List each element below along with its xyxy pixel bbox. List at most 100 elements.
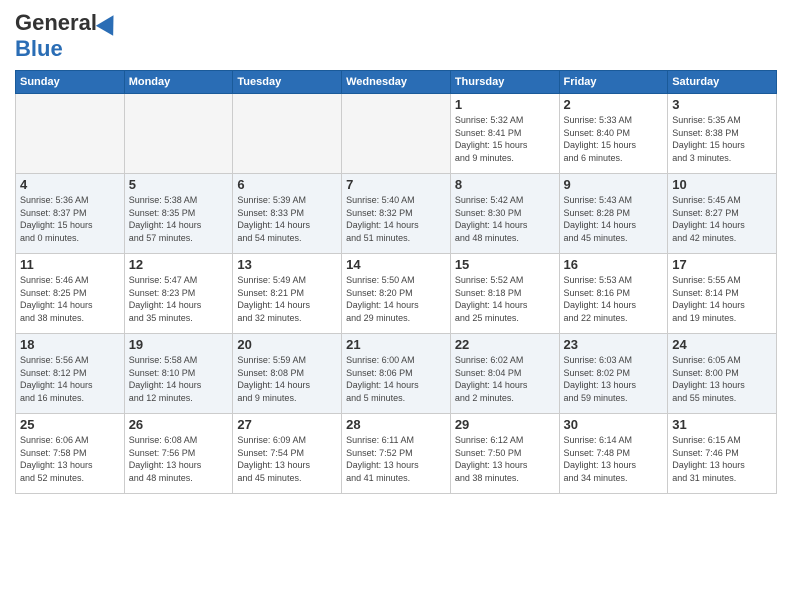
table-row: 11 Sunrise: 5:46 AM Sunset: 8:25 PM Dayli… (16, 254, 125, 334)
day-info: Sunrise: 5:53 AM Sunset: 8:16 PM Dayligh… (564, 274, 664, 324)
table-row: 28 Sunrise: 6:11 AM Sunset: 7:52 PM Dayli… (342, 414, 451, 494)
day-info: Sunrise: 5:52 AM Sunset: 8:18 PM Dayligh… (455, 274, 555, 324)
day-info: Sunrise: 5:59 AM Sunset: 8:08 PM Dayligh… (237, 354, 337, 404)
table-row (16, 94, 125, 174)
day-info: Sunrise: 5:36 AM Sunset: 8:37 PM Dayligh… (20, 194, 120, 244)
table-row: 4 Sunrise: 5:36 AM Sunset: 8:37 PM Daylig… (16, 174, 125, 254)
day-info: Sunrise: 6:00 AM Sunset: 8:06 PM Dayligh… (346, 354, 446, 404)
table-row: 13 Sunrise: 5:49 AM Sunset: 8:21 PM Dayli… (233, 254, 342, 334)
day-info: Sunrise: 5:40 AM Sunset: 8:32 PM Dayligh… (346, 194, 446, 244)
day-info: Sunrise: 6:03 AM Sunset: 8:02 PM Dayligh… (564, 354, 664, 404)
day-number: 14 (346, 257, 446, 272)
day-number: 8 (455, 177, 555, 192)
day-number: 3 (672, 97, 772, 112)
day-number: 12 (129, 257, 229, 272)
day-info: Sunrise: 5:45 AM Sunset: 8:27 PM Dayligh… (672, 194, 772, 244)
table-row: 27 Sunrise: 6:09 AM Sunset: 7:54 PM Dayli… (233, 414, 342, 494)
day-number: 23 (564, 337, 664, 352)
day-number: 11 (20, 257, 120, 272)
logo: General Blue (15, 10, 119, 62)
header-monday: Monday (124, 71, 233, 94)
day-info: Sunrise: 6:14 AM Sunset: 7:48 PM Dayligh… (564, 434, 664, 484)
header-wednesday: Wednesday (342, 71, 451, 94)
table-row: 25Sunrise: 6:06 AM Sunset: 7:58 PM Dayli… (16, 414, 125, 494)
day-number: 16 (564, 257, 664, 272)
day-info: Sunrise: 5:42 AM Sunset: 8:30 PM Dayligh… (455, 194, 555, 244)
day-number: 6 (237, 177, 337, 192)
week-row-1: 1 Sunrise: 5:32 AM Sunset: 8:41 PM Daylig… (16, 94, 777, 174)
day-number: 7 (346, 177, 446, 192)
day-info: Sunrise: 5:35 AM Sunset: 8:38 PM Dayligh… (672, 114, 772, 164)
day-info: Sunrise: 5:56 AM Sunset: 8:12 PM Dayligh… (20, 354, 120, 404)
table-row: 9 Sunrise: 5:43 AM Sunset: 8:28 PM Daylig… (559, 174, 668, 254)
day-info: Sunrise: 6:15 AM Sunset: 7:46 PM Dayligh… (672, 434, 772, 484)
day-number: 25 (20, 417, 120, 432)
logo-blue-text: Blue (15, 36, 63, 62)
table-row: 6 Sunrise: 5:39 AM Sunset: 8:33 PM Daylig… (233, 174, 342, 254)
table-row: 23 Sunrise: 6:03 AM Sunset: 8:02 PM Dayli… (559, 334, 668, 414)
table-row: 14 Sunrise: 5:50 AM Sunset: 8:20 PM Dayli… (342, 254, 451, 334)
table-row: 12 Sunrise: 5:47 AM Sunset: 8:23 PM Dayli… (124, 254, 233, 334)
day-number: 26 (129, 417, 229, 432)
table-row: 29Sunrise: 6:12 AM Sunset: 7:50 PM Dayli… (450, 414, 559, 494)
day-number: 13 (237, 257, 337, 272)
table-row (233, 94, 342, 174)
day-number: 31 (672, 417, 772, 432)
day-number: 30 (564, 417, 664, 432)
day-info: Sunrise: 5:38 AM Sunset: 8:35 PM Dayligh… (129, 194, 229, 244)
day-info: Sunrise: 5:47 AM Sunset: 8:23 PM Dayligh… (129, 274, 229, 324)
table-row: 16 Sunrise: 5:53 AM Sunset: 8:16 PM Dayli… (559, 254, 668, 334)
table-row: 1 Sunrise: 5:32 AM Sunset: 8:41 PM Daylig… (450, 94, 559, 174)
header-thursday: Thursday (450, 71, 559, 94)
table-row (342, 94, 451, 174)
day-number: 4 (20, 177, 120, 192)
day-number: 9 (564, 177, 664, 192)
table-row: 20Sunrise: 5:59 AM Sunset: 8:08 PM Dayli… (233, 334, 342, 414)
week-row-5: 25Sunrise: 6:06 AM Sunset: 7:58 PM Dayli… (16, 414, 777, 494)
day-number: 17 (672, 257, 772, 272)
week-row-3: 11 Sunrise: 5:46 AM Sunset: 8:25 PM Dayli… (16, 254, 777, 334)
table-row: 26 Sunrise: 6:08 AM Sunset: 7:56 PM Dayli… (124, 414, 233, 494)
day-info: Sunrise: 6:09 AM Sunset: 7:54 PM Dayligh… (237, 434, 337, 484)
table-row: 5 Sunrise: 5:38 AM Sunset: 8:35 PM Daylig… (124, 174, 233, 254)
table-row: 22 Sunrise: 6:02 AM Sunset: 8:04 PM Dayli… (450, 334, 559, 414)
day-number: 19 (129, 337, 229, 352)
header: General Blue (15, 10, 777, 62)
header-row: SundayMondayTuesdayWednesdayThursdayFrid… (16, 71, 777, 94)
week-row-2: 4 Sunrise: 5:36 AM Sunset: 8:37 PM Daylig… (16, 174, 777, 254)
day-info: Sunrise: 5:50 AM Sunset: 8:20 PM Dayligh… (346, 274, 446, 324)
table-row: 15 Sunrise: 5:52 AM Sunset: 8:18 PM Dayli… (450, 254, 559, 334)
day-number: 22 (455, 337, 555, 352)
header-friday: Friday (559, 71, 668, 94)
table-row: 24Sunrise: 6:05 AM Sunset: 8:00 PM Dayli… (668, 334, 777, 414)
day-number: 27 (237, 417, 337, 432)
day-number: 2 (564, 97, 664, 112)
day-info: Sunrise: 5:32 AM Sunset: 8:41 PM Dayligh… (455, 114, 555, 164)
header-saturday: Saturday (668, 71, 777, 94)
day-number: 5 (129, 177, 229, 192)
table-row: 21 Sunrise: 6:00 AM Sunset: 8:06 PM Dayli… (342, 334, 451, 414)
day-info: Sunrise: 6:08 AM Sunset: 7:56 PM Dayligh… (129, 434, 229, 484)
day-info: Sunrise: 5:55 AM Sunset: 8:14 PM Dayligh… (672, 274, 772, 324)
day-number: 28 (346, 417, 446, 432)
day-info: Sunrise: 5:43 AM Sunset: 8:28 PM Dayligh… (564, 194, 664, 244)
table-row: 8 Sunrise: 5:42 AM Sunset: 8:30 PM Daylig… (450, 174, 559, 254)
header-sunday: Sunday (16, 71, 125, 94)
week-row-4: 18 Sunrise: 5:56 AM Sunset: 8:12 PM Dayli… (16, 334, 777, 414)
day-number: 10 (672, 177, 772, 192)
day-number: 18 (20, 337, 120, 352)
day-number: 21 (346, 337, 446, 352)
day-info: Sunrise: 6:11 AM Sunset: 7:52 PM Dayligh… (346, 434, 446, 484)
logo-general-text: General (15, 10, 97, 36)
header-tuesday: Tuesday (233, 71, 342, 94)
table-row: 17 Sunrise: 5:55 AM Sunset: 8:14 PM Dayli… (668, 254, 777, 334)
day-info: Sunrise: 5:39 AM Sunset: 8:33 PM Dayligh… (237, 194, 337, 244)
day-number: 15 (455, 257, 555, 272)
day-number: 29 (455, 417, 555, 432)
day-info: Sunrise: 5:46 AM Sunset: 8:25 PM Dayligh… (20, 274, 120, 324)
day-number: 1 (455, 97, 555, 112)
day-info: Sunrise: 6:02 AM Sunset: 8:04 PM Dayligh… (455, 354, 555, 404)
day-number: 24 (672, 337, 772, 352)
table-row: 30 Sunrise: 6:14 AM Sunset: 7:48 PM Dayli… (559, 414, 668, 494)
day-info: Sunrise: 5:49 AM Sunset: 8:21 PM Dayligh… (237, 274, 337, 324)
